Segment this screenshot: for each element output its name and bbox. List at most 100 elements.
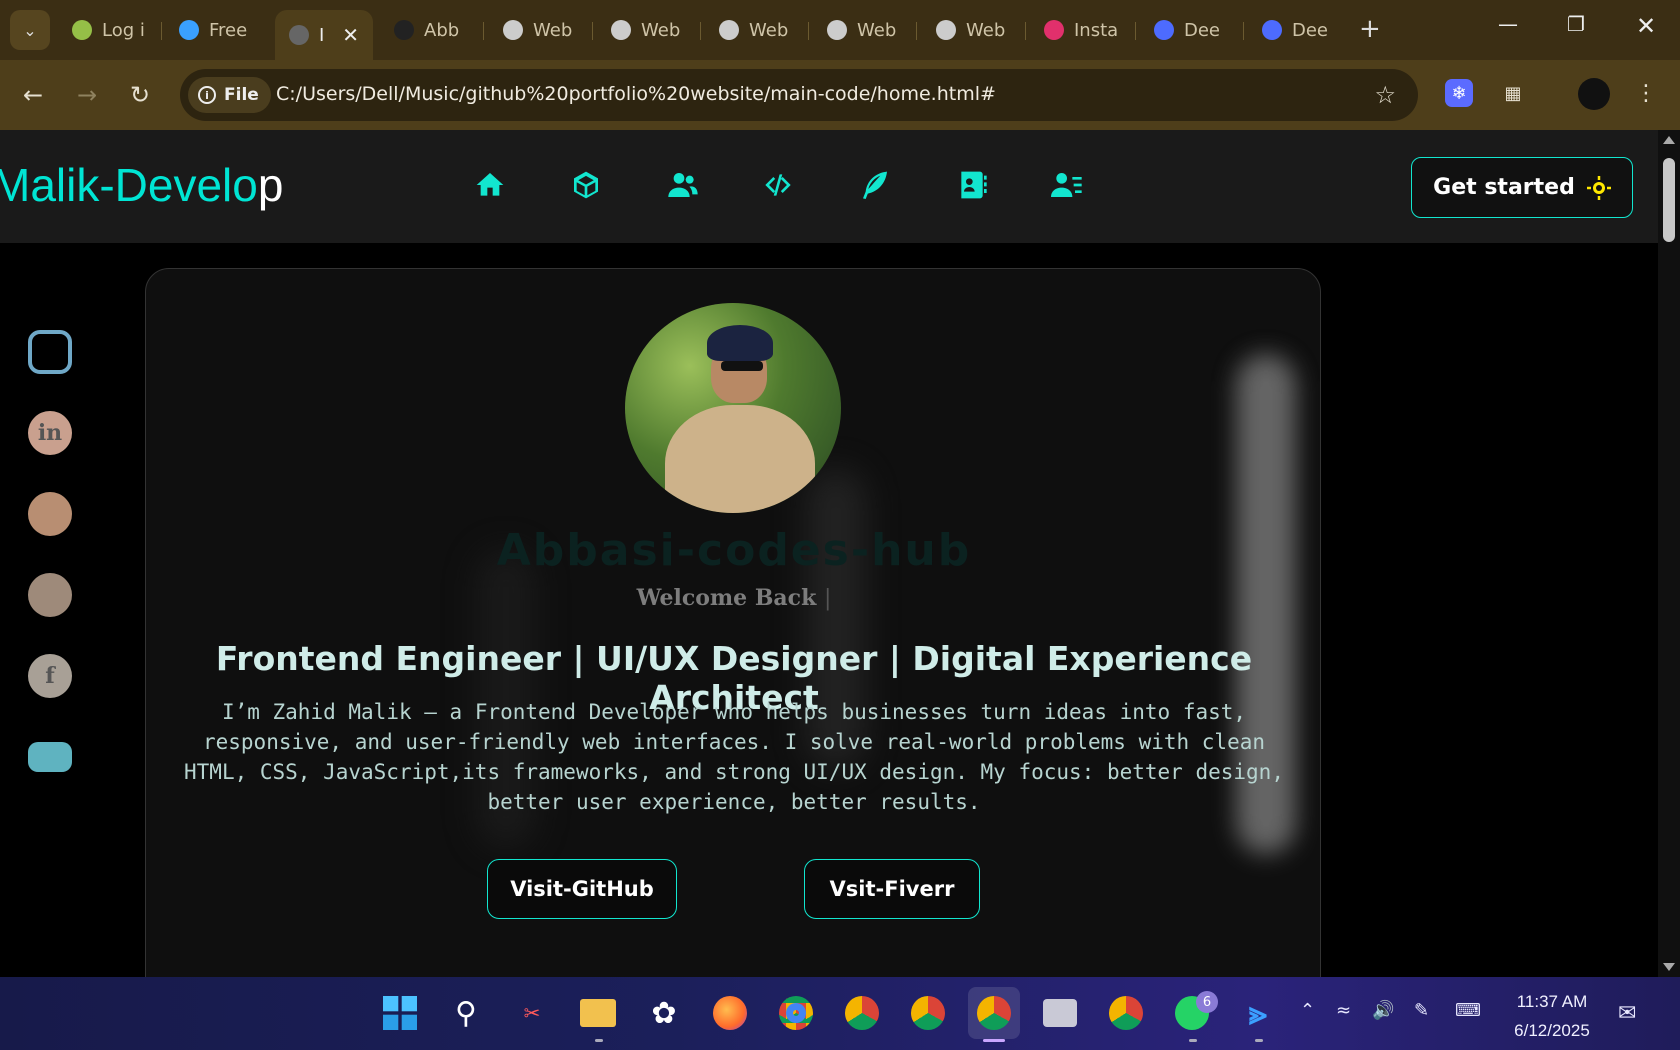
browser-tab[interactable]: Web [489,10,589,50]
linkedin-icon[interactable]: in [28,411,72,455]
hero-card: Abbasi-codes-hub Welcome Back | Frontend… [145,268,1321,977]
youtube-glyph [28,742,72,772]
site-logo[interactable]: Malik-Develop [0,158,283,212]
forward-button[interactable]: → [72,80,102,110]
linkedin-glyph: in [28,411,72,455]
nav-projects-cube-icon[interactable] [566,165,606,205]
scroll-thumb[interactable] [1663,158,1675,242]
chrome-profile-icon[interactable] [842,993,882,1033]
site-header: Malik-Develop Get started [0,130,1658,243]
get-started-button[interactable]: Get started [1411,157,1633,218]
volume-icon[interactable]: 🔊 [1372,1000,1394,1021]
tab-separator [592,22,593,40]
chrome-profile-p2-icon[interactable] [908,993,948,1033]
photos-icon[interactable] [1040,993,1080,1033]
chrome-profile-t-icon[interactable] [1106,993,1146,1033]
tab-separator [700,22,701,40]
browser-tab[interactable]: Dee [1140,10,1240,50]
visit-github-button[interactable]: Visit-GitHub [487,859,677,919]
twitter-icon[interactable] [28,573,72,617]
tab-title: Abb [424,19,460,41]
browser-tab[interactable]: Web [705,10,805,50]
page-scrollbar[interactable] [1658,130,1680,977]
site-icon [289,25,309,45]
browser-tab[interactable]: I ✕ [275,10,373,60]
profile-photo [625,303,841,513]
clock-time: 11:37 AM [1516,992,1588,1011]
reload-button[interactable]: ↻ [125,80,155,110]
tab-strip: ⌄ Log i Free I ✕ Abb Web Web Web Web Web Insta Dee D… [0,0,1680,60]
heart-icon [179,20,199,40]
close-tab-icon[interactable]: ✕ [342,23,359,47]
file-explorer-icon[interactable] [578,993,618,1033]
logo-tail-text: p [257,159,284,211]
instagram-icon [1044,20,1064,40]
shopify-icon [72,20,92,40]
site-info-chip[interactable]: i File [188,77,271,113]
nav-skills-feather-icon[interactable] [855,165,895,205]
browser-tab[interactable]: Insta [1030,10,1132,50]
pen-icon[interactable]: ✎ [1414,1000,1429,1021]
tab-separator [483,22,484,40]
visit-fiverr-button[interactable]: Vsit-Fiverr [804,859,980,919]
tab-title: Web [641,19,681,41]
browser-tab[interactable]: Web [597,10,697,50]
wifi-icon[interactable]: ≈ [1336,1000,1351,1021]
chrome-profile-p-icon[interactable] [776,993,816,1033]
tab-title: I [319,24,325,46]
chrome-active-icon[interactable] [968,987,1020,1039]
browser-menu-icon[interactable]: ⋮ [1632,79,1660,107]
tab-title: Dee [1292,19,1329,41]
nav-home-icon[interactable] [470,165,510,205]
deepseek-icon [1154,20,1174,40]
nav-profile-list-icon[interactable] [1047,165,1087,205]
youtube-icon[interactable] [28,735,72,779]
back-button[interactable]: ← [18,80,48,110]
chatgpt-icon[interactable]: ✿ [644,993,684,1033]
telegram-icon[interactable] [28,492,72,536]
start-windows-icon[interactable] [380,993,420,1033]
clock-date: 6/12/2025 [1514,1021,1590,1040]
tab-search-menu-button[interactable]: ⌄ [10,10,50,50]
browser-tab[interactable]: Abb [380,10,480,50]
facebook-glyph: f [28,654,72,698]
profile-avatar[interactable] [1578,78,1610,110]
bookmark-star-icon[interactable]: ☆ [1374,81,1396,109]
close-window-button[interactable]: ✕ [1626,12,1666,40]
browser-tab[interactable]: Free [165,10,265,50]
facebook-icon[interactable]: f [28,654,72,698]
notifications-icon[interactable]: ✉ [1618,1001,1636,1026]
tab-title: Web [857,19,897,41]
browser-tab[interactable]: Web [813,10,913,50]
globe-icon [503,20,523,40]
instagram-glyph [28,330,72,374]
nav-about-users-icon[interactable] [663,165,703,205]
restore-button[interactable]: ❐ [1556,12,1596,36]
new-tab-button[interactable]: + [1359,14,1381,44]
scroll-up-arrow-icon[interactable] [1663,136,1675,144]
firefox-icon[interactable] [710,993,750,1033]
scroll-down-arrow-icon[interactable] [1663,963,1675,971]
snipping-tool-icon[interactable]: ✂ [512,993,552,1033]
search-icon[interactable]: ⚲ [446,993,486,1033]
address-bar[interactable]: i File C:/Users/Dell/Music/github%20port… [180,69,1418,121]
sun-icon [1586,175,1611,200]
twitter-glyph [28,573,72,617]
instagram-icon[interactable] [28,330,72,374]
extensions-puzzle-icon[interactable]: ▦ [1499,79,1527,107]
taskbar-clock[interactable]: 11:37 AM 6/12/2025 [1505,987,1599,1045]
extension-snowflake-icon[interactable]: ❄ [1445,79,1473,107]
vscode-icon[interactable]: ⪢ [1238,993,1278,1033]
nav-contact-book-icon[interactable] [952,165,992,205]
minimize-button[interactable]: — [1488,12,1528,36]
browser-tab[interactable]: Web [922,10,1022,50]
nav-code-icon[interactable] [758,165,798,205]
globe-icon [827,20,847,40]
tray-overflow-chevron-icon[interactable]: ⌃ [1300,1000,1315,1021]
running-indicator [1189,1039,1197,1042]
keyboard-icon[interactable]: ⌨ [1455,1000,1481,1021]
tab-separator [1243,22,1244,40]
url-text[interactable]: C:/Users/Dell/Music/github%20portfolio%2… [276,83,996,105]
browser-tab[interactable]: Dee [1248,10,1348,50]
browser-tab[interactable]: Log i [58,10,158,50]
